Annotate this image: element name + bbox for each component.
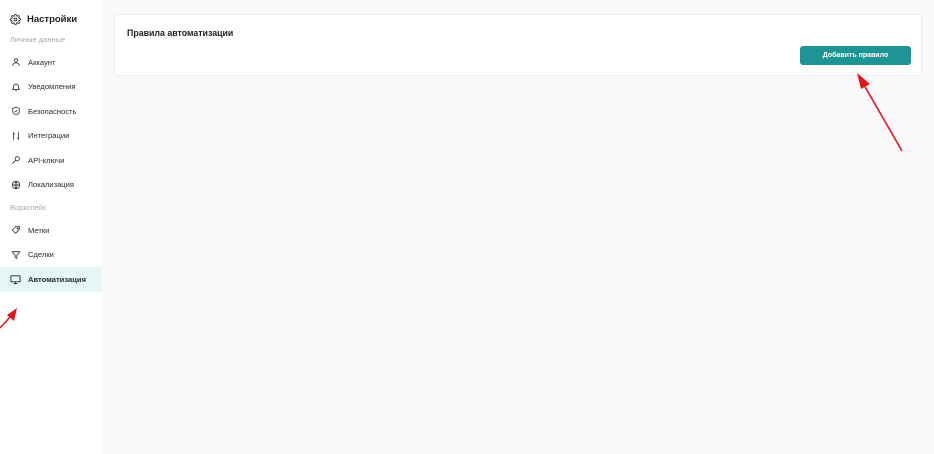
section-personal: Личные данные (10, 35, 66, 44)
sidebar-item-label: API-ключи (28, 155, 65, 165)
sidebar-item-api-keys[interactable]: API-ключи (0, 148, 102, 173)
sidebar-item-tags[interactable]: Метки (0, 218, 102, 243)
section-workspace: Воркспейс (10, 203, 47, 212)
automation-rules-card: Правила автоматизации Добавить правило (114, 14, 922, 76)
sidebar-item-label: Сделки (28, 250, 54, 260)
sidebar-item-label: Безопасность (28, 106, 77, 116)
sidebar-item-integrations[interactable]: Интеграции (0, 124, 102, 149)
add-rule-button[interactable]: Добавить правило (800, 46, 911, 65)
integration-icon (10, 130, 21, 141)
monitor-icon (10, 274, 21, 285)
sidebar-item-label: Интеграции (28, 131, 70, 141)
sidebar-item-notifications[interactable]: Уведомления (0, 75, 102, 100)
user-icon (10, 57, 21, 68)
card-title: Правила автоматизации (127, 28, 234, 38)
settings-page: Настройки Личные данные Аккаунт Уведомле… (0, 0, 934, 454)
key-icon (10, 155, 21, 166)
settings-sidebar: Настройки Личные данные Аккаунт Уведомле… (0, 0, 102, 454)
globe-icon (10, 179, 21, 190)
sidebar-title-label: Настройки (27, 13, 78, 25)
sidebar-item-label: Локализация (28, 180, 75, 190)
shield-icon (10, 106, 21, 117)
funnel-icon (10, 249, 21, 260)
bell-icon (10, 81, 21, 92)
sidebar-item-localization[interactable]: Локализация (0, 173, 102, 198)
gear-icon (10, 13, 21, 25)
sidebar-item-label: Автоматизация (28, 274, 87, 284)
tag-icon (10, 225, 21, 236)
sidebar-item-label: Метки (28, 225, 50, 235)
sidebar-item-automation[interactable]: Автоматизация (0, 267, 102, 292)
main-content: Правила автоматизации Добавить правило (102, 0, 934, 454)
sidebar-item-deals[interactable]: Сделки (0, 243, 102, 268)
sidebar-item-security[interactable]: Безопасность (0, 99, 102, 124)
sidebar-item-label: Аккаунт (28, 57, 56, 67)
sidebar-title: Настройки (0, 9, 102, 29)
sidebar-item-account[interactable]: Аккаунт (0, 50, 102, 75)
sidebar-item-label: Уведомления (28, 82, 76, 92)
